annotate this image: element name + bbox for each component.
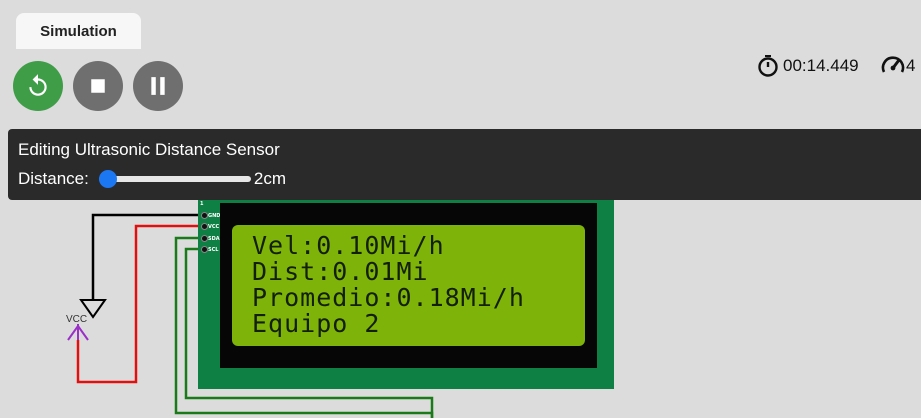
distance-label: Distance: (18, 169, 89, 188)
property-editor: Editing Ultrasonic Distance Sensor Dista… (8, 129, 921, 200)
speed-value: 4 (906, 56, 916, 75)
simulation-speed: 4 (880, 54, 915, 78)
pin-label-gnd: GND (208, 213, 221, 219)
pin-label-vcc: VCC (208, 224, 220, 230)
speedometer-icon (881, 56, 905, 73)
distance-slider[interactable] (98, 170, 251, 188)
pin-gnd[interactable] (201, 212, 208, 219)
distance-row: Distance: 2cm (18, 169, 286, 189)
lcd-line-3: Promedio:0.18Mi/h (252, 283, 525, 312)
distance-value: 2cm (253, 169, 286, 188)
vcc-label: VCC (66, 314, 88, 325)
circuit-canvas: 1 GND VCC SDA SCL Vel:0.10Mi/h Dist:0.01… (0, 200, 921, 418)
slider-thumb[interactable] (98, 170, 117, 188)
stop-button[interactable] (73, 61, 123, 111)
stopwatch-icon (758, 55, 778, 77)
gnd-wire (91, 213, 205, 300)
pin-label-sda: SDA (208, 236, 220, 242)
simulation-timer: 00:14.449 (756, 54, 859, 78)
timer-value: 00:14.449 (783, 56, 859, 75)
pin-label-scl: SCL (208, 247, 219, 253)
pin-vcc[interactable] (201, 223, 208, 230)
tab-simulation[interactable]: Simulation (16, 13, 141, 49)
pin-header-label: 1 (200, 201, 204, 207)
pause-button[interactable] (133, 61, 183, 111)
pause-icon (151, 77, 165, 95)
slider-track (98, 176, 251, 182)
restart-button[interactable] (13, 61, 63, 111)
lcd-line-2: Dist:0.01Mi (252, 257, 429, 286)
editor-title: Editing Ultrasonic Distance Sensor (18, 140, 280, 159)
pin-scl[interactable] (201, 246, 208, 253)
lcd-screen: Vel:0.10Mi/h Dist:0.01Mi Promedio:0.18Mi… (232, 225, 585, 346)
lcd-line-1: Vel:0.10Mi/h (252, 231, 445, 260)
pin-sda[interactable] (201, 235, 208, 242)
lcd-line-4: Equipo 2 (252, 309, 381, 338)
restart-icon (29, 74, 47, 96)
stop-icon (91, 79, 105, 93)
